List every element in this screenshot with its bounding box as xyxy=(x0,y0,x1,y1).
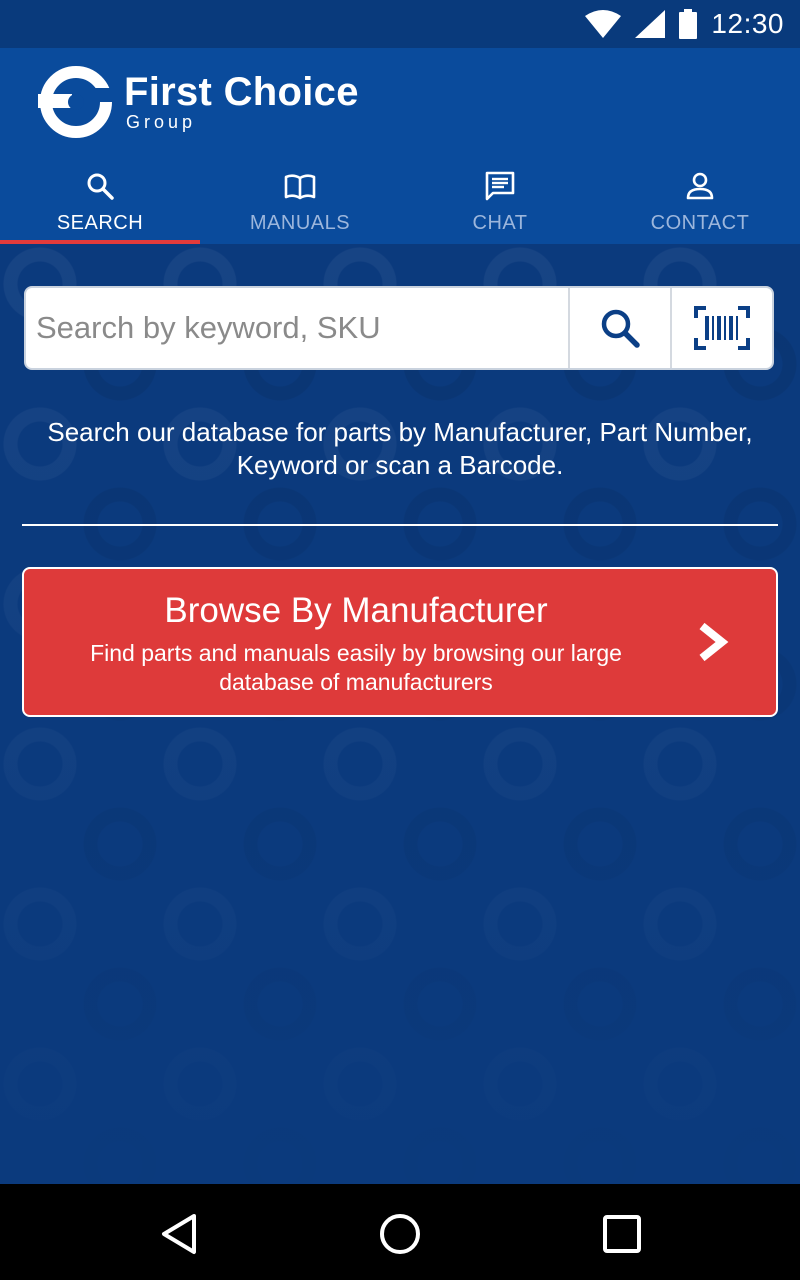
logo-title: First Choice xyxy=(124,70,359,114)
wifi-icon xyxy=(585,10,622,38)
tab-search-label: SEARCH xyxy=(56,212,144,234)
tab-chat-label: CHAT xyxy=(472,212,528,234)
system-nav-bar xyxy=(0,1184,800,1280)
barcode-scan-button[interactable] xyxy=(670,288,772,368)
status-icons: 12:30 xyxy=(585,6,784,42)
chat-icon xyxy=(485,171,515,201)
logo: First Choice Group xyxy=(38,66,359,138)
browse-description: Find parts and manuals easily by browsin… xyxy=(90,640,622,695)
barcode-icon xyxy=(694,306,750,350)
search-icon xyxy=(87,173,114,200)
logo-subtitle: Group xyxy=(126,112,197,132)
tab-search[interactable]: SEARCH xyxy=(0,166,200,244)
back-icon[interactable] xyxy=(158,1212,202,1256)
browse-by-manufacturer-button[interactable]: Browse By Manufacturer Find parts and ma… xyxy=(22,567,778,717)
logo-text: First Choice Group xyxy=(124,72,359,132)
signal-icon xyxy=(635,10,666,38)
search-help-text: Search our database for parts by Manufac… xyxy=(47,417,753,480)
tab-contact-label: CONTACT xyxy=(650,212,750,234)
search-input[interactable] xyxy=(26,288,568,368)
app-header: First Choice Group SEARCH MANUALS CHAT C… xyxy=(0,48,800,244)
battery-icon xyxy=(679,9,698,39)
divider xyxy=(22,524,778,526)
recents-icon[interactable] xyxy=(600,1212,644,1256)
tab-manuals-label: MANUALS xyxy=(249,212,351,234)
search-button[interactable] xyxy=(568,288,670,368)
browse-title: Browse By Manufacturer xyxy=(164,591,548,630)
tab-contact[interactable]: CONTACT xyxy=(600,166,800,244)
book-icon xyxy=(284,174,316,200)
tab-bar: SEARCH MANUALS CHAT CONTACT xyxy=(0,166,800,244)
search-bar xyxy=(24,286,774,370)
home-icon[interactable] xyxy=(378,1212,422,1256)
chevron-right-icon xyxy=(699,622,729,662)
status-time: 12:30 xyxy=(711,8,784,39)
search-icon xyxy=(601,309,640,348)
tab-chat[interactable]: CHAT xyxy=(400,166,600,244)
main-content: Search our database for parts by Manufac… xyxy=(0,244,800,1184)
status-bar: 12:30 xyxy=(0,0,800,48)
tab-manuals[interactable]: MANUALS xyxy=(200,166,400,244)
logo-mark-icon xyxy=(38,66,114,138)
person-icon xyxy=(686,172,714,200)
